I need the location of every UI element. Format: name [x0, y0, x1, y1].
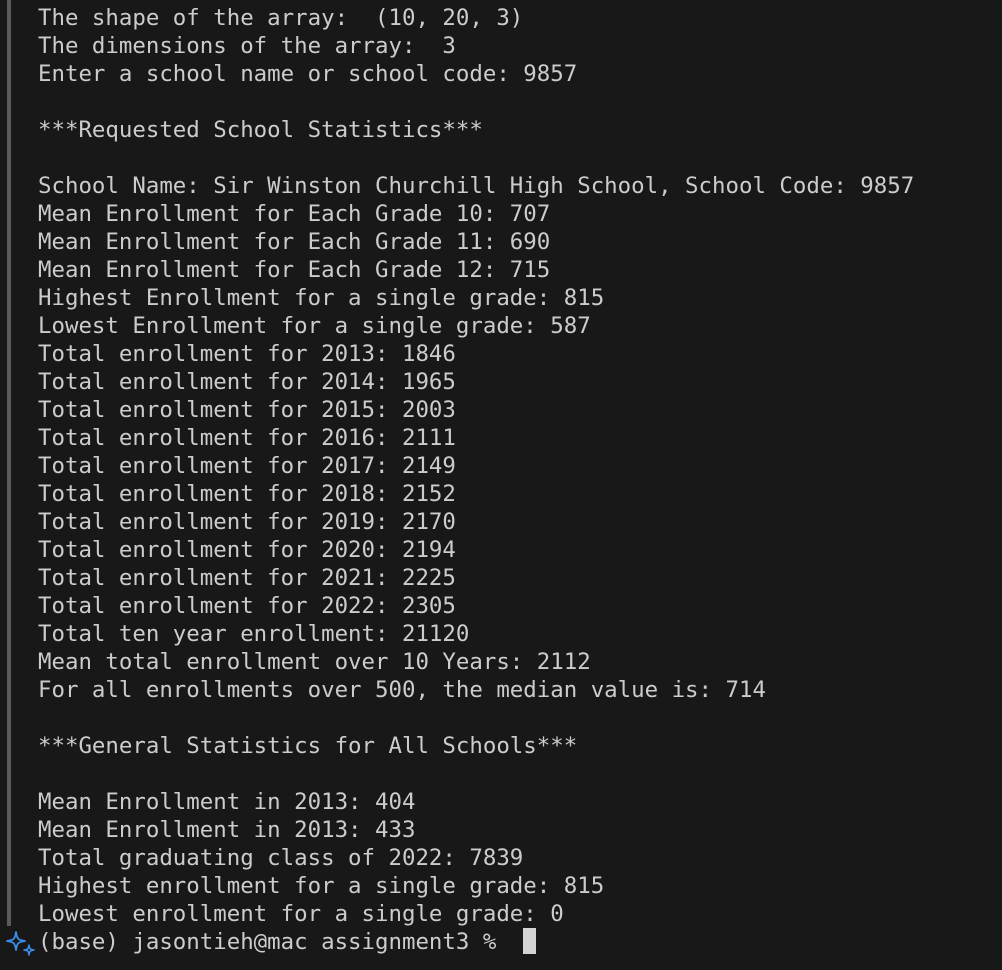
terminal-line: Mean Enrollment for Each Grade 12: 715 — [38, 257, 551, 283]
terminal-line: Total enrollment for 2017: 2149 — [38, 453, 456, 479]
terminal-line: Mean total enrollment over 10 Years: 211… — [38, 649, 591, 675]
command-prompt[interactable]: (base) jasontieh@mac assignment3 % — [38, 928, 536, 956]
text-cursor — [522, 928, 536, 954]
command-decoration-bar — [7, 0, 11, 926]
terminal-line: For all enrollments over 500, the median… — [38, 677, 766, 703]
terminal-line: Lowest enrollment for a single grade: 0 — [38, 901, 564, 927]
terminal-line: Total enrollment for 2021: 2225 — [38, 565, 456, 591]
terminal-line: Total enrollment for 2018: 2152 — [38, 481, 456, 507]
section-heading: ***Requested School Statistics*** — [38, 117, 483, 143]
terminal-line: Highest enrollment for a single grade: 8… — [38, 873, 605, 899]
terminal-line: Total enrollment for 2014: 1965 — [38, 369, 456, 395]
terminal-line: Total enrollment for 2016: 2111 — [38, 425, 456, 451]
prompt-label: (base) jasontieh@mac assignment3 % — [38, 929, 510, 955]
terminal-line: Mean Enrollment for Each Grade 10: 707 — [38, 201, 551, 227]
terminal-line: Enter a school name or school code: 9857 — [38, 61, 578, 87]
terminal-output: The shape of the array: (10, 20, 3) The … — [38, 4, 998, 928]
section-heading: ***General Statistics for All Schools*** — [38, 733, 578, 759]
terminal-line: Total graduating class of 2022: 7839 — [38, 845, 524, 871]
terminal-line: Total enrollment for 2022: 2305 — [38, 593, 456, 619]
terminal-panel[interactable]: The shape of the array: (10, 20, 3) The … — [0, 0, 1002, 970]
terminal-line: Mean Enrollment for Each Grade 11: 690 — [38, 229, 551, 255]
terminal-line: The shape of the array: (10, 20, 3) — [38, 5, 524, 31]
terminal-line: Mean Enrollment in 2013: 433 — [38, 817, 416, 843]
terminal-line: Total enrollment for 2020: 2194 — [38, 537, 456, 563]
terminal-line: Mean Enrollment in 2013: 404 — [38, 789, 416, 815]
terminal-line: Total ten year enrollment: 21120 — [38, 621, 470, 647]
sparkle-icon[interactable] — [5, 930, 37, 956]
terminal-line: Highest Enrollment for a single grade: 8… — [38, 285, 605, 311]
terminal-line: Total enrollment for 2015: 2003 — [38, 397, 456, 423]
terminal-line: School Name: Sir Winston Churchill High … — [38, 173, 915, 199]
terminal-line: Total enrollment for 2013: 1846 — [38, 341, 456, 367]
terminal-line: Total enrollment for 2019: 2170 — [38, 509, 456, 535]
terminal-line: The dimensions of the array: 3 — [38, 33, 456, 59]
terminal-line: Lowest Enrollment for a single grade: 58… — [38, 313, 591, 339]
prompt-row[interactable]: (base) jasontieh@mac assignment3 % — [0, 928, 1002, 956]
